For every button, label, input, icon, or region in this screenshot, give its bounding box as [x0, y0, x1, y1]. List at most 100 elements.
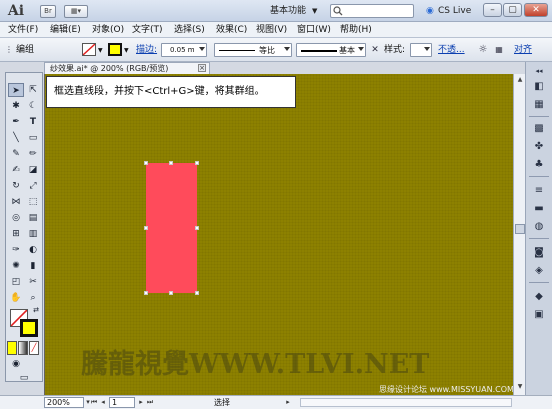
fill-swatch[interactable] — [82, 43, 96, 56]
variable-width-profile-dropdown[interactable]: 等比 — [214, 43, 292, 57]
slice-tool-icon[interactable]: ✂ — [25, 275, 41, 289]
brush-definition-dropdown[interactable]: 基本 — [296, 43, 366, 57]
gradient-mode-icon[interactable] — [18, 341, 28, 355]
pen-tool-icon[interactable]: ✒ — [8, 115, 24, 129]
anchor-point[interactable] — [144, 226, 148, 230]
perspective-grid-tool-icon[interactable]: ▤ — [25, 211, 41, 225]
scroll-thumb[interactable] — [515, 224, 525, 234]
stroke-label[interactable]: 描边: — [136, 45, 157, 56]
menu-view[interactable]: 视图(V) — [256, 24, 287, 36]
drawing-mode-icon[interactable]: ◉ — [8, 357, 24, 371]
document-tab[interactable]: 纱效果.ai* @ 200% (RGB/预览) × — [44, 62, 210, 74]
shape-builder-tool-icon[interactable]: ◎ — [8, 211, 24, 225]
gradient-panel-icon[interactable]: ▬ — [531, 202, 547, 216]
anchor-point[interactable] — [169, 291, 173, 295]
menu-object[interactable]: 对象(O) — [92, 24, 124, 36]
selection-tool-icon[interactable]: ➤ — [8, 83, 24, 97]
lasso-tool-icon[interactable]: ☾ — [25, 99, 41, 113]
artboard-canvas[interactable]: 框选直线段，并按下<Ctrl+G>键，将其群组。 騰龍視覺WWW.TLVI.NE… — [44, 74, 514, 395]
symbols-panel-icon[interactable]: ♣ — [531, 158, 547, 172]
color-mode-icon[interactable] — [7, 341, 17, 355]
screen-mode-icon[interactable]: ▭ — [16, 371, 32, 385]
swap-fill-stroke-icon[interactable]: ⇄ — [28, 303, 44, 317]
stroke-panel-icon[interactable]: ≡ — [531, 184, 547, 198]
workspace-chevron-down-icon[interactable]: ▼ — [312, 5, 317, 18]
direct-selection-tool-icon[interactable]: ⇱ — [25, 83, 41, 97]
scale-tool-icon[interactable]: ⤢ — [25, 179, 41, 193]
first-artboard-icon[interactable]: ⏮ — [90, 397, 98, 408]
symbol-sprayer-tool-icon[interactable]: ✺ — [8, 259, 24, 273]
anchor-point[interactable] — [169, 161, 173, 165]
select-similar-icon[interactable]: ▦ — [492, 43, 506, 57]
artboard-tool-icon[interactable]: ◰ — [8, 275, 24, 289]
width-tool-icon[interactable]: ⋈ — [8, 195, 24, 209]
stroke-chevron-down-icon[interactable]: ▼ — [124, 45, 129, 56]
horizontal-scrollbar[interactable] — [300, 398, 512, 407]
restore-button[interactable]: ▢ — [503, 3, 522, 17]
graphic-style-dropdown[interactable] — [410, 43, 432, 57]
arrange-documents-button[interactable]: ▦▾ — [64, 5, 88, 18]
column-graph-tool-icon[interactable]: ▮ — [25, 259, 41, 273]
mesh-tool-icon[interactable]: ⊞ — [8, 227, 24, 241]
swatches-panel-icon[interactable]: ▩ — [531, 122, 547, 136]
red-rectangle-shape[interactable] — [146, 163, 197, 293]
scroll-up-icon[interactable]: ▲ — [515, 75, 525, 85]
eyedropper-tool-icon[interactable]: ✑ — [8, 243, 24, 257]
appearance-panel-icon[interactable]: ◙ — [531, 246, 547, 260]
scroll-down-icon[interactable]: ▼ — [515, 382, 525, 392]
menu-type[interactable]: 文字(T) — [132, 24, 163, 36]
search-input[interactable] — [330, 4, 414, 18]
expand-panels-icon[interactable]: ◂◂ — [531, 64, 547, 78]
color-guide-icon[interactable]: ▦ — [531, 98, 547, 112]
line-segment-tool-icon[interactable]: ╲ — [8, 131, 24, 145]
workspace-switcher[interactable]: 基本功能 — [270, 5, 306, 18]
zoom-level-field[interactable]: 200% — [44, 397, 84, 408]
minimize-button[interactable]: – — [483, 3, 502, 17]
last-artboard-icon[interactable]: ⏭ — [146, 397, 154, 408]
transparency-panel-icon[interactable]: ◍ — [531, 220, 547, 234]
anchor-point[interactable] — [195, 226, 199, 230]
eraser-tool-icon[interactable]: ◪ — [25, 163, 41, 177]
recolor-artwork-icon[interactable]: ☼ — [476, 43, 490, 57]
brushes-panel-icon[interactable]: ✤ — [531, 140, 547, 154]
hand-tool-icon[interactable]: ✋ — [8, 291, 24, 305]
previous-artboard-icon[interactable]: ◂ — [99, 397, 107, 408]
menu-window[interactable]: 窗口(W) — [297, 24, 331, 36]
paintbrush-tool-icon[interactable]: ✎ — [8, 147, 24, 161]
anchor-point[interactable] — [195, 161, 199, 165]
type-tool-icon[interactable]: T — [25, 115, 41, 129]
layers-panel-icon[interactable]: ◆ — [531, 290, 547, 304]
anchor-point[interactable] — [195, 291, 199, 295]
next-artboard-icon[interactable]: ▸ — [137, 397, 145, 408]
stroke-swatch[interactable] — [108, 43, 122, 56]
blob-brush-tool-icon[interactable]: ✍ — [8, 163, 24, 177]
opacity-label[interactable]: 不透... — [438, 45, 465, 56]
vertical-scrollbar[interactable]: ▲ ▼ — [513, 74, 525, 395]
gradient-tool-icon[interactable]: ▥ — [25, 227, 41, 241]
rotate-tool-icon[interactable]: ↻ — [8, 179, 24, 193]
anchor-point[interactable] — [144, 291, 148, 295]
none-mode-icon[interactable]: ╱ — [29, 341, 39, 355]
artboards-panel-icon[interactable]: ▣ — [531, 308, 547, 322]
blend-tool-icon[interactable]: ◐ — [25, 243, 41, 257]
fill-chevron-down-icon[interactable]: ▼ — [98, 45, 103, 56]
menu-edit[interactable]: 编辑(E) — [50, 24, 81, 36]
close-tab-icon[interactable]: × — [198, 64, 206, 72]
stroke-weight-field[interactable]: 0.05 m — [161, 43, 207, 57]
anchor-point[interactable] — [144, 161, 148, 165]
align-label[interactable]: 对齐 — [514, 45, 532, 56]
menu-file[interactable]: 文件(F) — [8, 24, 38, 36]
status-menu-icon[interactable]: ▸ — [284, 397, 292, 408]
pencil-tool-icon[interactable]: ✏ — [25, 147, 41, 161]
menu-effect[interactable]: 效果(C) — [216, 24, 247, 36]
graphic-styles-panel-icon[interactable]: ◈ — [531, 264, 547, 278]
cs-live-button[interactable]: CS Live — [438, 5, 471, 18]
color-panel-icon[interactable]: ◧ — [531, 80, 547, 94]
menu-help[interactable]: 帮助(H) — [340, 24, 372, 36]
rectangle-tool-icon[interactable]: ▭ — [25, 131, 41, 145]
magic-wand-tool-icon[interactable]: ✱ — [8, 99, 24, 113]
menu-select[interactable]: 选择(S) — [174, 24, 205, 36]
free-transform-tool-icon[interactable]: ⬚ — [25, 195, 41, 209]
bridge-button[interactable]: Br — [40, 5, 56, 18]
artboard-number-field[interactable]: 1 — [109, 397, 135, 408]
